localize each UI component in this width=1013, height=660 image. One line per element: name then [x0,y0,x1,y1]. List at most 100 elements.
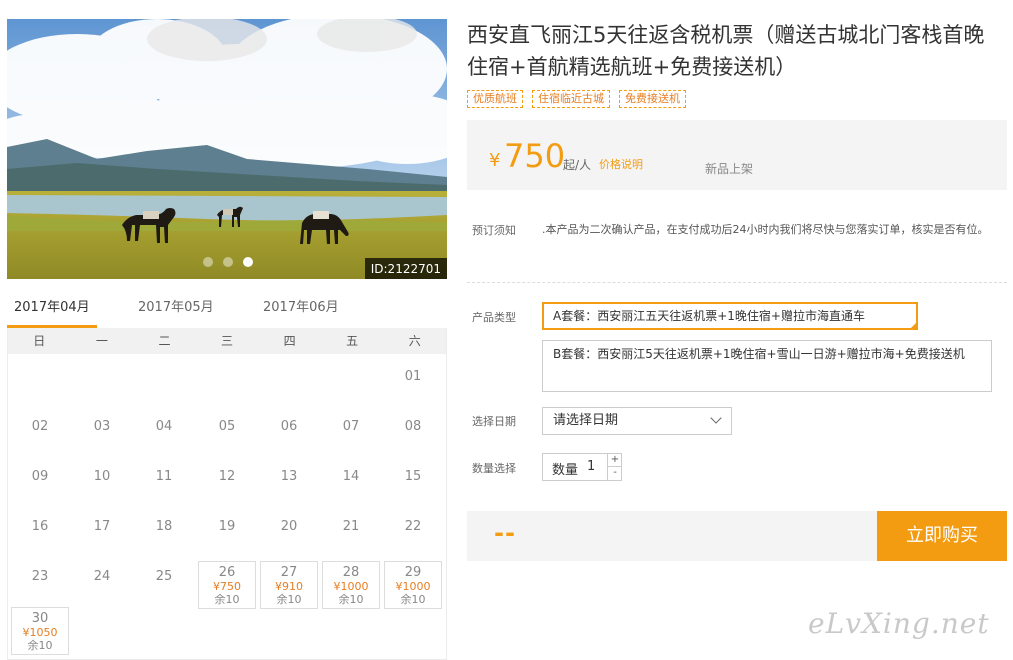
calendar-day[interactable]: 13 [260,461,318,509]
purchase-bar: -- 立即购买 [467,511,1007,561]
price-panel: ¥ 750 起/人 价格说明 新品上架 [467,120,1007,190]
day-number: 13 [280,469,298,484]
price-amount: 750 [504,137,566,175]
carousel-dot-active[interactable] [243,257,253,267]
calendar-day[interactable]: 06 [260,411,318,459]
package-option-a[interactable]: A套餐：西安丽江五天往返机票+1晚住宿+赠拉市海直通车 [542,302,918,330]
day-number: 28 [342,565,360,580]
calendar-day[interactable]: 26 ¥750 余10 [198,561,256,609]
calendar-day[interactable]: 03 [73,411,131,459]
chevron-down-icon [710,412,722,424]
calendar-day[interactable]: 07 [322,411,380,459]
quantity-increase-button[interactable]: + [607,454,622,467]
calendar-day[interactable]: 16 [11,511,69,559]
day-number: 16 [31,519,49,534]
day-number: 27 [280,565,298,580]
feature-tag: 免费接送机 [619,90,686,108]
calendar-day[interactable]: 05 [198,411,256,459]
tab-month-2[interactable]: 2017年05月 [138,296,214,328]
date-calendar: 日 一 二 三 四 五 六 01 02 03 04 05 06 07 08 09 10 11 12 13… [7,328,447,660]
divider [467,282,1007,283]
date-select[interactable]: 请选择日期 [542,407,732,435]
feature-tag: 住宿临近古城 [532,90,610,108]
calendar-day[interactable]: 09 [11,461,69,509]
feature-tag: 优质航班 [467,90,523,108]
calendar-day[interactable]: 30 ¥1050 余10 [11,607,69,655]
day-number: 03 [93,419,111,434]
day-number: 23 [31,569,49,584]
date-label: 选择日期 [472,415,516,428]
notice-text: .本产品为二次确认产品，在支付成功后24小时内我们将尽快与您落实订单，核实是否有… [542,223,989,236]
day-number: 11 [155,469,173,484]
calendar-day[interactable]: 21 [322,511,380,559]
product-photo[interactable]: ID:2122701 [7,19,447,279]
calendar-day[interactable]: 15 [384,461,442,509]
weekday-label: 四 [283,334,296,348]
day-number: 19 [218,519,236,534]
day-number: 01 [404,369,422,384]
calendar-day[interactable]: 18 [135,511,193,559]
day-number: 05 [218,419,236,434]
calendar-day[interactable]: 04 [135,411,193,459]
calendar-day[interactable]: 01 [384,361,442,409]
carousel-dot[interactable] [203,257,213,267]
day-number: 21 [342,519,360,534]
carousel-dots [203,257,253,267]
day-number: 20 [280,519,298,534]
quantity-value[interactable]: 1 [587,459,595,474]
day-number: 04 [155,419,173,434]
day-number: 08 [404,419,422,434]
tab-month-1[interactable]: 2017年04月 [7,296,97,328]
calendar-day[interactable]: 14 [322,461,380,509]
calendar-day[interactable]: 10 [73,461,131,509]
price-explain-link[interactable]: 价格说明 [599,156,643,172]
calendar-day[interactable]: 08 [384,411,442,459]
product-page: ID:2122701 2017年04月 2017年05月 2017年06月 日 … [0,0,1013,660]
day-price: ¥750 [213,580,241,593]
currency-symbol: ¥ [489,150,501,171]
calendar-day[interactable]: 17 [73,511,131,559]
weekday-label: 六 [408,334,421,348]
weekday-label: 三 [221,334,234,348]
buy-now-button[interactable]: 立即购买 [877,511,1007,561]
calendar-day[interactable]: 27 ¥910 余10 [260,561,318,609]
carousel-dot[interactable] [223,257,233,267]
day-number: 06 [280,419,298,434]
site-watermark: eLvXing.net [808,607,990,640]
month-tabs: 2017年04月 2017年05月 2017年06月 [7,296,447,328]
calendar-day[interactable]: 11 [135,461,193,509]
calendar-day[interactable]: 22 [384,511,442,559]
quantity-decrease-button[interactable]: - [607,467,622,480]
product-title: 西安直飞丽江5天往返含税机票（赠送古城北门客栈首晚住宿+首航精选航班+免费接送机… [467,23,985,79]
day-number: 15 [404,469,422,484]
day-price: ¥1050 [22,626,58,639]
calendar-day[interactable]: 20 [260,511,318,559]
calendar-day[interactable]: 29 ¥1000 余10 [384,561,442,609]
calendar-day[interactable]: 24 [73,561,131,609]
day-number: 24 [93,569,111,584]
calendar-day[interactable]: 12 [198,461,256,509]
day-number: 26 [218,565,236,580]
selected-check-icon [909,321,918,330]
total-price-placeholder: -- [494,519,516,547]
weekday-label: 日 [33,334,46,348]
calendar-day[interactable]: 23 [11,561,69,609]
calendar-day[interactable]: 28 ¥1000 余10 [322,561,380,609]
package-label: 产品类型 [472,311,516,324]
tab-month-3[interactable]: 2017年06月 [263,296,339,328]
package-option-b[interactable]: B套餐：西安丽江5天往返机票+1晚住宿+雪山一日游+赠拉市海+免费接送机 [542,340,992,392]
price-unit: 起/人 [563,158,592,172]
day-number: 10 [93,469,111,484]
day-price: ¥1000 [395,580,431,593]
calendar-day[interactable]: 25 [135,561,193,609]
package-option-label: B套餐：西安丽江5天往返机票+1晚住宿+雪山一日游+赠拉市海+免费接送机 [553,347,965,361]
calendar-day[interactable]: 02 [11,411,69,459]
weekday-label: 二 [158,334,171,348]
day-stock: 余10 [214,593,240,606]
product-id-badge: ID:2122701 [364,258,447,279]
day-number: 07 [342,419,360,434]
day-number: 18 [155,519,173,534]
calendar-day[interactable]: 19 [198,511,256,559]
day-number: 17 [93,519,111,534]
weekday-header: 日 一 二 三 四 五 六 [8,328,446,354]
